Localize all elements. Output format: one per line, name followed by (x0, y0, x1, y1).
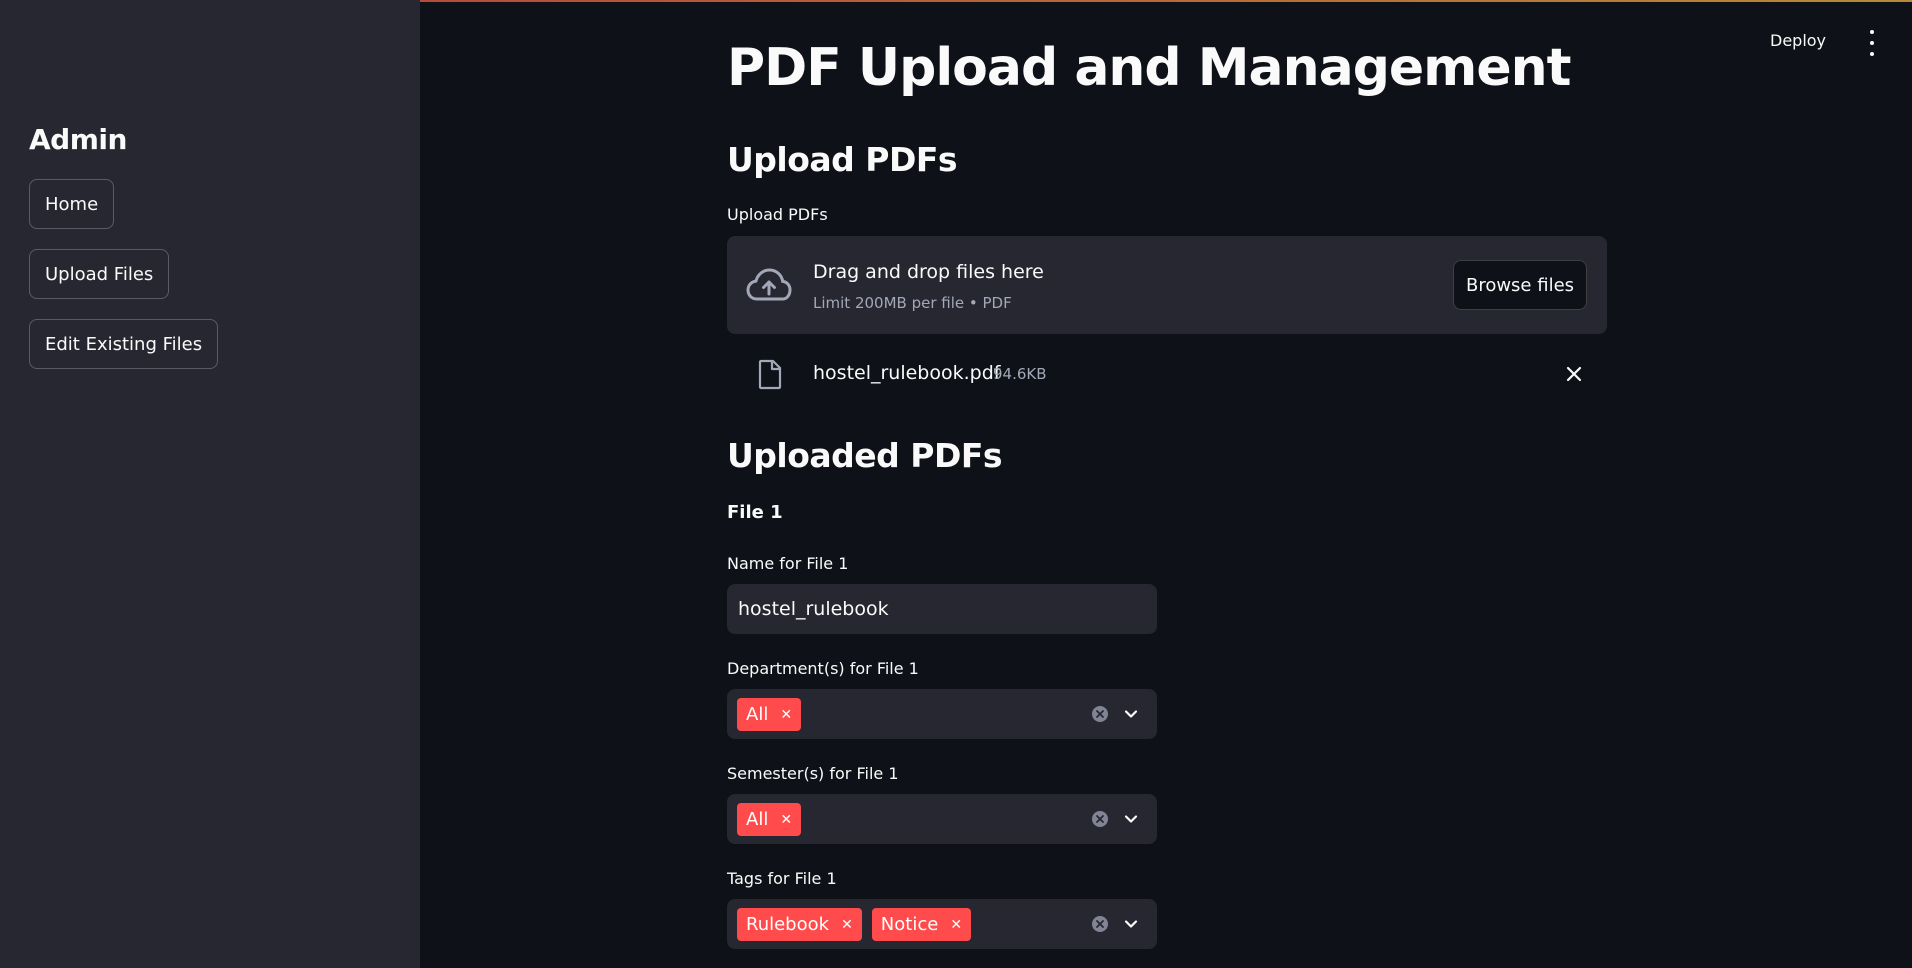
chevron-down-icon[interactable] (1123, 706, 1139, 722)
upload-section-heading: Upload PDFs (727, 140, 958, 179)
department-multiselect[interactable]: All ✕ (727, 689, 1157, 739)
sidebar-item-upload-files[interactable]: Upload Files (29, 249, 170, 299)
file-dropzone[interactable]: Drag and drop files here Limit 200MB per… (727, 236, 1607, 334)
sidebar-item-edit-existing-files[interactable]: Edit Existing Files (29, 319, 219, 369)
clear-all-icon[interactable] (1091, 705, 1109, 723)
remove-chip-icon[interactable]: ✕ (780, 813, 792, 827)
deploy-button[interactable]: Deploy (1770, 31, 1826, 50)
kebab-menu-icon[interactable] (1864, 30, 1880, 56)
tags-multiselect[interactable]: Rulebook ✕ Notice ✕ (727, 899, 1157, 949)
department-field-label: Department(s) for File 1 (727, 659, 919, 678)
semester-field-label: Semester(s) for File 1 (727, 764, 899, 783)
chip-label: Notice (880, 914, 939, 935)
browse-files-button[interactable]: Browse files (1453, 260, 1587, 310)
uploaded-section-heading: Uploaded PDFs (727, 436, 1003, 475)
chip-label: Rulebook (746, 914, 830, 935)
cloud-upload-icon (746, 268, 792, 301)
tag-chip: Rulebook ✕ (737, 908, 862, 941)
sidebar: Admin Home Upload Files Edit Existing Fi… (0, 0, 420, 968)
uploaded-file-size: 94.6KB (993, 365, 1047, 383)
chevron-down-icon[interactable] (1123, 916, 1139, 932)
uploader-label: Upload PDFs (727, 205, 828, 224)
sidebar-title: Admin (29, 123, 127, 156)
chip-label: All (746, 704, 769, 725)
clear-all-icon[interactable] (1091, 810, 1109, 828)
sidebar-item-home[interactable]: Home (29, 179, 115, 229)
file-1-heading: File 1 (727, 502, 783, 523)
name-field-label: Name for File 1 (727, 554, 849, 573)
remove-chip-icon[interactable]: ✕ (950, 918, 962, 932)
tags-field-label: Tags for File 1 (727, 869, 837, 888)
close-icon[interactable] (1565, 365, 1583, 383)
semester-multiselect[interactable]: All ✕ (727, 794, 1157, 844)
chip-label: All (746, 809, 769, 830)
file-name-input[interactable] (727, 584, 1157, 634)
tag-chip: Notice ✕ (871, 908, 972, 941)
uploaded-file-name: hostel_rulebook.pdf (813, 362, 1001, 384)
clear-all-icon[interactable] (1091, 915, 1109, 933)
chevron-down-icon[interactable] (1123, 811, 1139, 827)
dropzone-subtitle: Limit 200MB per file • PDF (813, 294, 1012, 312)
remove-chip-icon[interactable]: ✕ (841, 918, 853, 932)
page-title: PDF Upload and Management (727, 38, 1572, 98)
uploaded-file-row: hostel_rulebook.pdf 94.6KB (727, 355, 1607, 395)
semester-chip: All ✕ (737, 803, 802, 836)
department-chip: All ✕ (737, 698, 802, 731)
dropzone-title: Drag and drop files here (813, 261, 1044, 283)
file-icon (758, 359, 782, 390)
remove-chip-icon[interactable]: ✕ (780, 708, 792, 722)
